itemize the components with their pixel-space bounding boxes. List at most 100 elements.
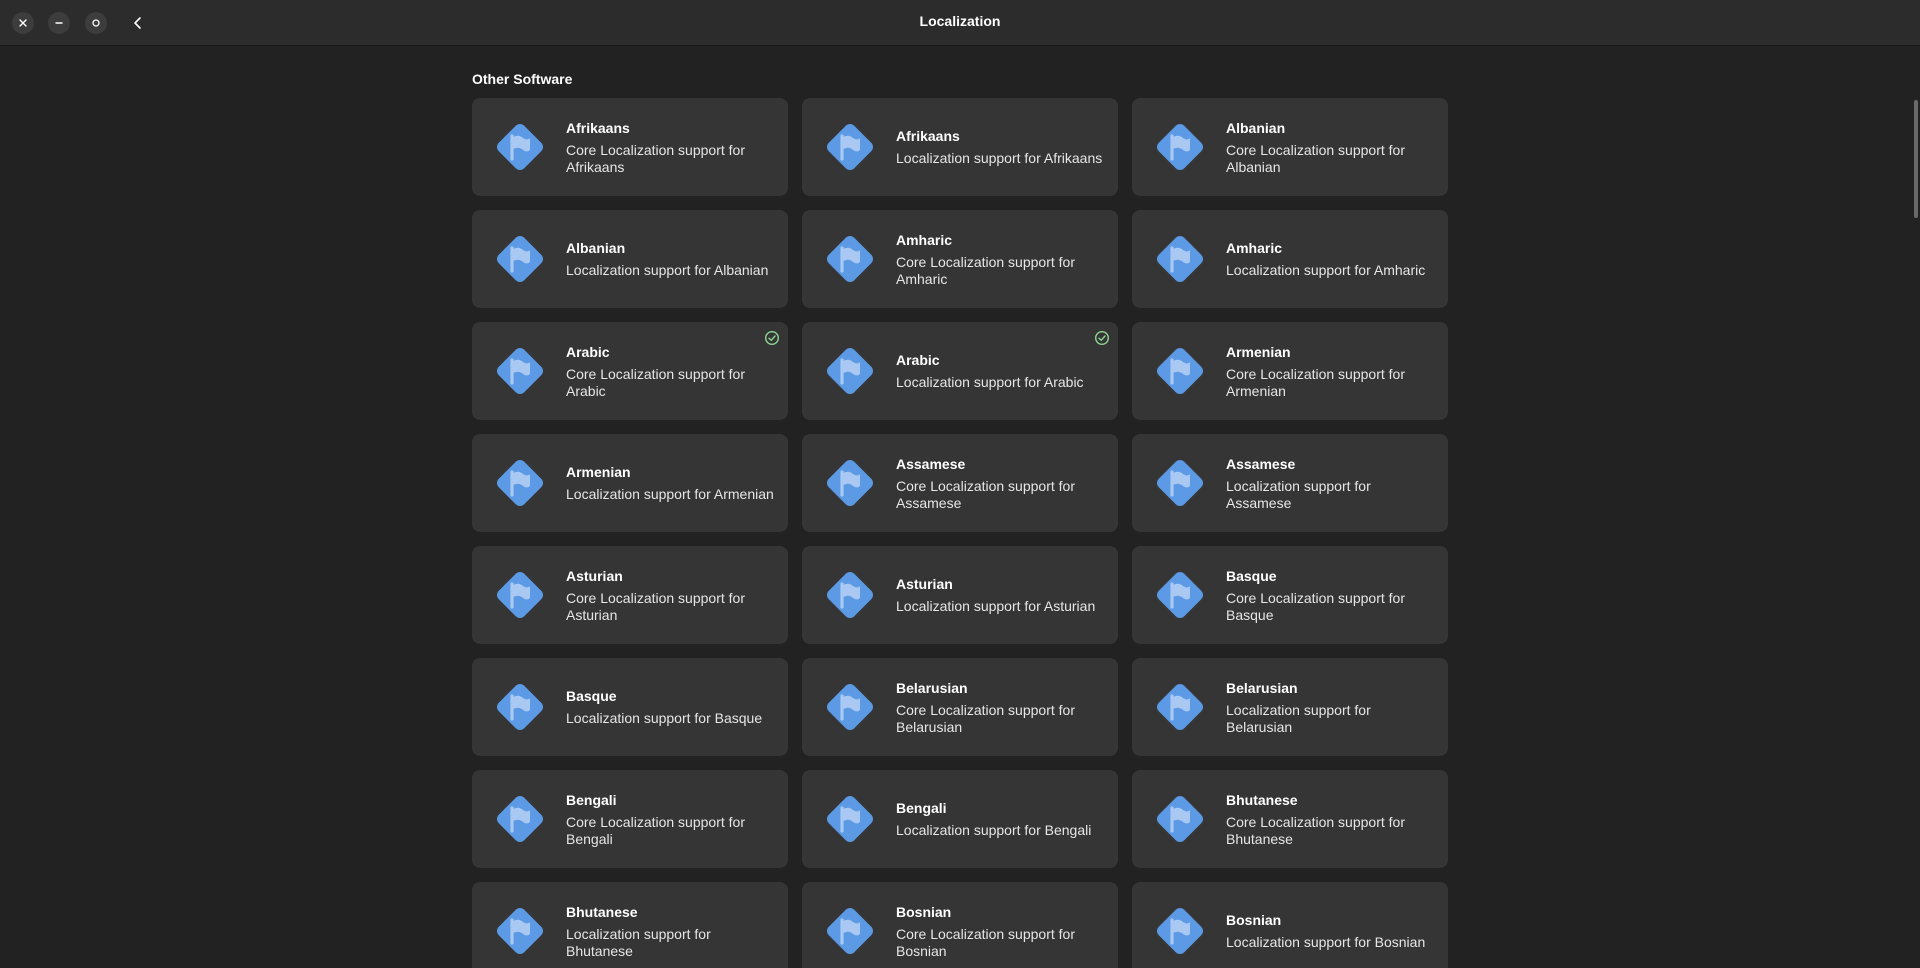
app-card-text: Afrikaans Localization support for Afrika… — [896, 127, 1116, 167]
app-description: Core Localization support for Armenian — [1226, 365, 1405, 399]
flag-icon — [820, 565, 880, 625]
app-card-text: Bosnian Localization support for Bosnian — [1226, 911, 1439, 951]
app-description: Core Localization support for Arabic — [566, 365, 745, 399]
app-name: Albanian — [1226, 119, 1286, 136]
app-description: Localization support for Assamese — [1226, 477, 1371, 511]
flag-icon — [1150, 565, 1210, 625]
app-description: Core Localization support for Albanian — [1226, 141, 1405, 175]
flag-icon — [820, 229, 880, 289]
flag-icon — [1150, 453, 1210, 513]
app-card-text: Bhutanese Localization support for Bhutan… — [566, 903, 788, 960]
app-name: Belarusian — [1226, 679, 1298, 696]
app-description: Core Localization support for Bosnian — [896, 925, 1075, 959]
app-card[interactable]: Bosnian Core Localization support for Bos… — [802, 882, 1118, 968]
app-description: Localization support for Afrikaans — [896, 150, 1103, 166]
app-card-text: Arabic Localization support for Arabic — [896, 351, 1098, 391]
app-description: Core Localization support for Assamese — [896, 477, 1075, 511]
app-name: Bhutanese — [1226, 791, 1298, 808]
section-title: Other Software — [472, 71, 573, 87]
flag-icon — [820, 677, 880, 737]
app-card[interactable]: Afrikaans Core Localization support for A… — [472, 98, 788, 196]
app-card[interactable]: Amharic Core Localization support for Amh… — [802, 210, 1118, 308]
flag-icon — [820, 453, 880, 513]
flag-icon — [820, 117, 880, 177]
app-card-text: Asturian Localization support for Asturia… — [896, 575, 1109, 615]
app-card[interactable]: Albanian Core Localization support for Al… — [1132, 98, 1448, 196]
app-card-text: Belarusian Localization support for Belar… — [1226, 679, 1448, 736]
app-card[interactable]: Amharic Localization support for Amharic — [1132, 210, 1448, 308]
window-title: Localization — [919, 13, 1001, 29]
flag-icon — [490, 117, 550, 177]
app-name: Bengali — [896, 800, 947, 816]
app-card-text: Amharic Localization support for Amharic — [1226, 239, 1439, 279]
app-description: Localization support for Asturian — [896, 598, 1096, 614]
app-card[interactable]: Assamese Core Localization support for As… — [802, 434, 1118, 532]
app-name: Assamese — [1226, 455, 1296, 472]
app-name: Arabic — [896, 352, 940, 368]
app-description: Localization support for Belarusian — [1226, 701, 1371, 735]
app-card[interactable]: Belarusian Localization support for Belar… — [1132, 658, 1448, 756]
app-name: Asturian — [896, 576, 953, 592]
app-card[interactable]: Arabic Core Localization support for Arab… — [472, 322, 788, 420]
app-card[interactable]: Armenian Localization support for Armenia… — [472, 434, 788, 532]
app-name: Albanian — [566, 240, 626, 256]
app-card[interactable]: Bhutanese Core Localization support for B… — [1132, 770, 1448, 868]
app-card-text: Amharic Core Localization support for Amh… — [896, 231, 1118, 288]
flag-icon — [490, 789, 550, 849]
app-name: Bosnian — [896, 903, 952, 920]
app-card[interactable]: Arabic Localization support for Arabic — [802, 322, 1118, 420]
scrollbar[interactable] — [1914, 100, 1918, 218]
app-card[interactable]: Asturian Core Localization support for As… — [472, 546, 788, 644]
app-description: Localization support for Albanian — [566, 262, 769, 278]
app-description: Localization support for Arabic — [896, 374, 1084, 390]
flag-icon — [1150, 117, 1210, 177]
flag-icon — [490, 453, 550, 513]
flag-icon — [1150, 677, 1210, 737]
app-card[interactable]: Basque Core Localization support for Basq… — [1132, 546, 1448, 644]
flag-icon — [1150, 341, 1210, 401]
app-card[interactable]: Armenian Core Localization support for Ar… — [1132, 322, 1448, 420]
app-card-text: Albanian Localization support for Albania… — [566, 239, 782, 279]
app-card-text: Armenian Localization support for Armenia… — [566, 463, 788, 503]
app-card-text: Belarusian Core Localization support for … — [896, 679, 1118, 736]
app-card[interactable]: Basque Localization support for Basque — [472, 658, 788, 756]
app-description: Core Localization support for Afrikaans — [566, 141, 745, 175]
app-name: Amharic — [1226, 240, 1283, 256]
app-name: Arabic — [566, 343, 610, 360]
app-grid: Afrikaans Core Localization support for A… — [472, 98, 1448, 968]
app-card[interactable]: Bengali Localization support for Bengali — [802, 770, 1118, 868]
app-card[interactable]: Bhutanese Localization support for Bhutan… — [472, 882, 788, 968]
app-name: Afrikaans — [566, 119, 630, 136]
app-name: Belarusian — [896, 679, 968, 696]
app-name: Asturian — [566, 567, 623, 584]
app-card-text: Bosnian Core Localization support for Bos… — [896, 903, 1118, 960]
app-card[interactable]: Assamese Localization support for Assames… — [1132, 434, 1448, 532]
app-card[interactable]: Bosnian Localization support for Bosnian — [1132, 882, 1448, 968]
app-description: Core Localization support for Basque — [1226, 589, 1405, 623]
flag-icon — [1150, 229, 1210, 289]
header-bar: Localization — [0, 0, 1920, 46]
app-card[interactable]: Belarusian Core Localization support for … — [802, 658, 1118, 756]
flag-icon — [490, 677, 550, 737]
app-description: Localization support for Amharic — [1226, 262, 1426, 278]
app-description: Core Localization support for Asturian — [566, 589, 745, 623]
app-card-text: Arabic Core Localization support for Arab… — [566, 343, 788, 400]
app-card-text: Bengali Localization support for Bengali — [896, 799, 1105, 839]
app-description: Localization support for Bhutanese — [566, 925, 711, 959]
app-description: Core Localization support for Bengali — [566, 813, 745, 847]
app-name: Bhutanese — [566, 903, 638, 920]
app-description: Localization support for Bengali — [896, 822, 1092, 838]
app-card-text: Afrikaans Core Localization support for A… — [566, 119, 788, 176]
main-content: Other Software Afrikaans Core Localizatio… — [0, 46, 1920, 968]
app-card-text: Armenian Core Localization support for Ar… — [1226, 343, 1448, 400]
app-name: Afrikaans — [896, 128, 960, 144]
app-card[interactable]: Albanian Localization support for Albania… — [472, 210, 788, 308]
app-name: Amharic — [896, 231, 953, 248]
flag-icon — [490, 229, 550, 289]
app-card[interactable]: Afrikaans Localization support for Afrika… — [802, 98, 1118, 196]
app-card[interactable]: Bengali Core Localization support for Ben… — [472, 770, 788, 868]
app-card-text: Albanian Core Localization support for Al… — [1226, 119, 1448, 176]
app-card-text: Asturian Core Localization support for As… — [566, 567, 788, 624]
app-card[interactable]: Asturian Localization support for Asturia… — [802, 546, 1118, 644]
app-card-text: Assamese Localization support for Assames… — [1226, 455, 1448, 512]
